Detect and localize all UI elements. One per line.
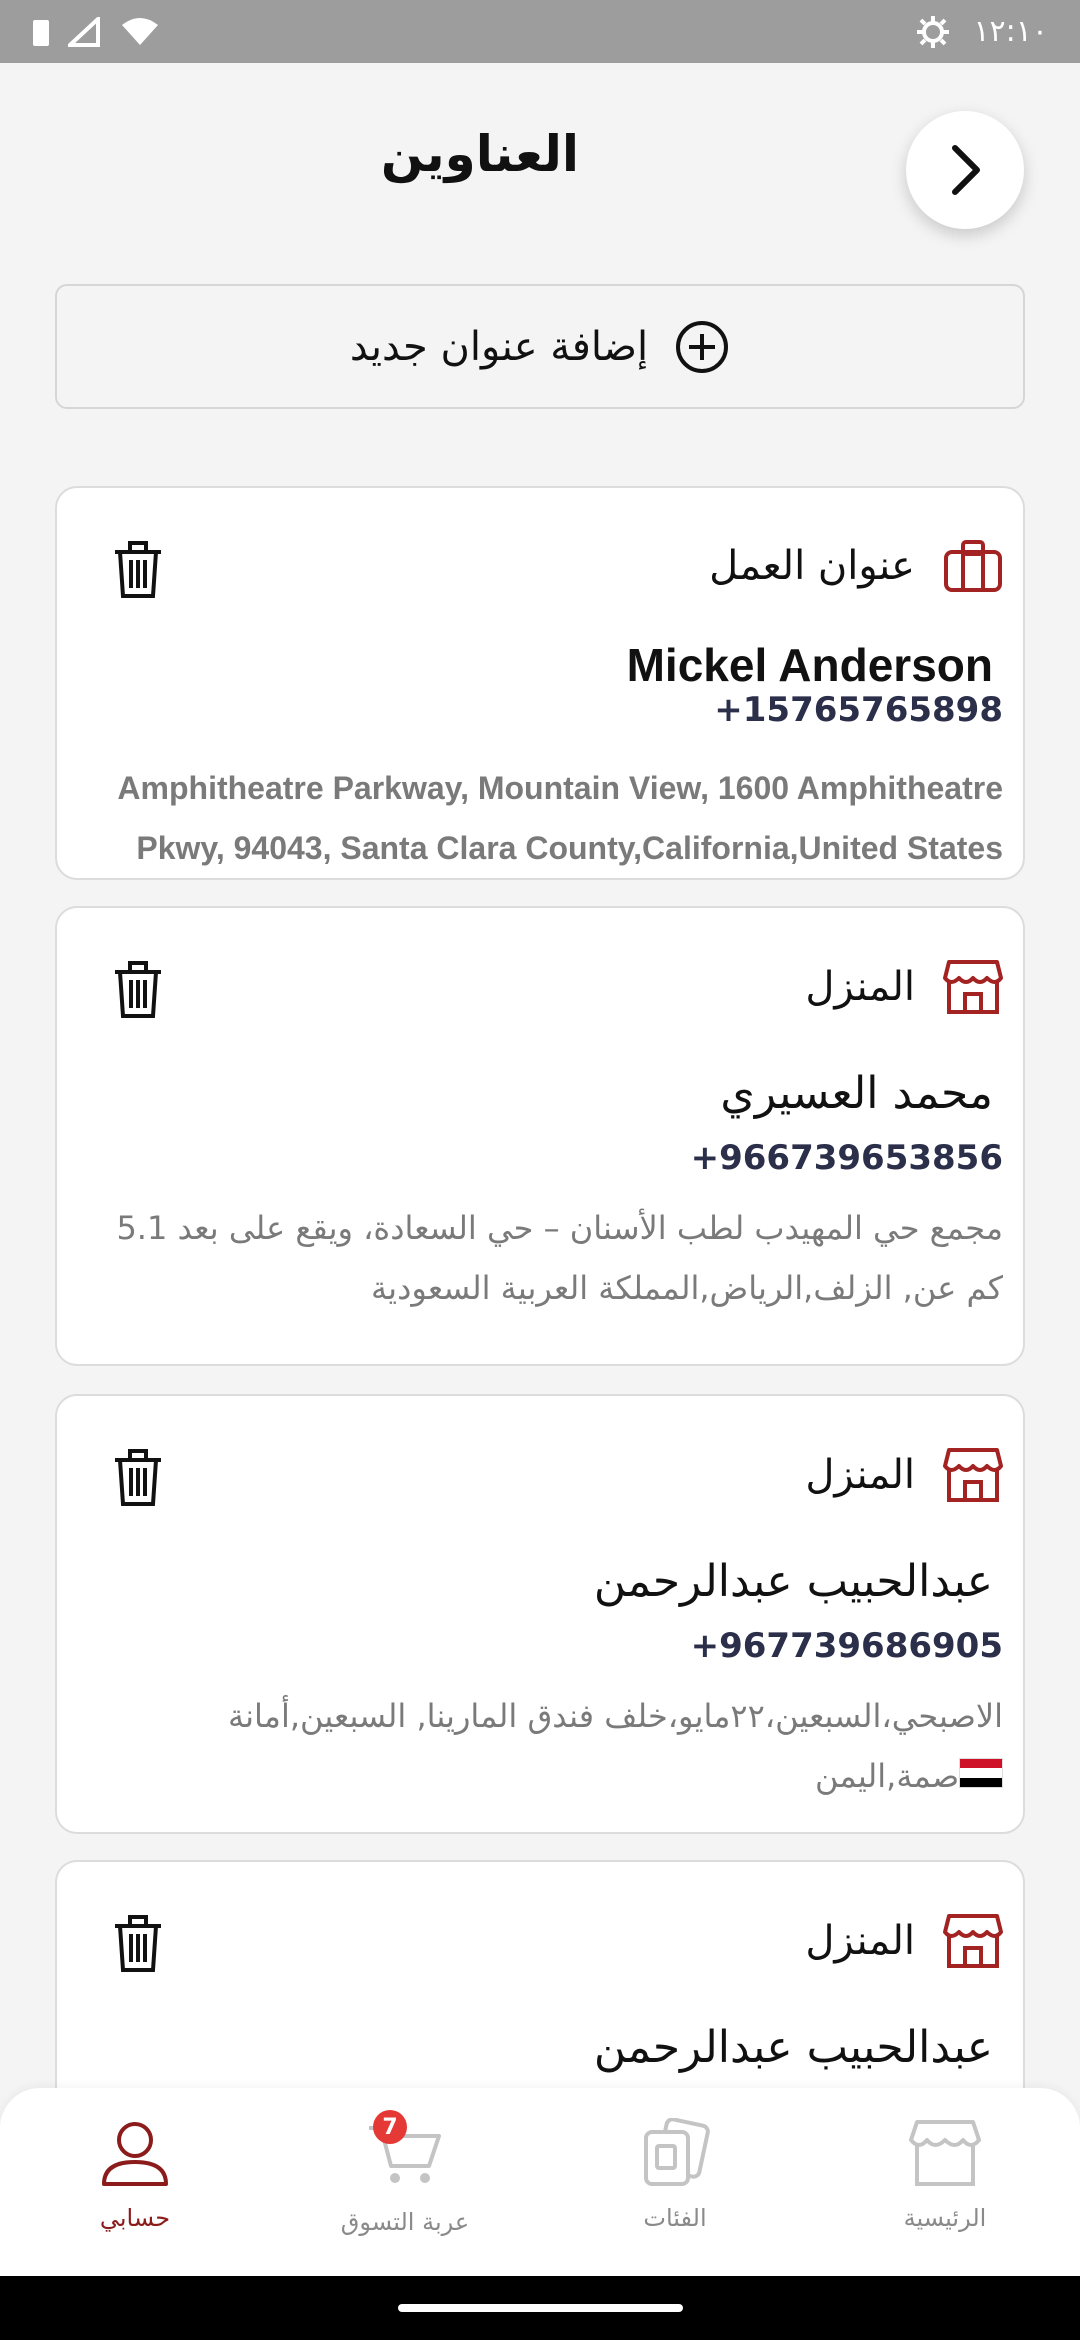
- address-card-home[interactable]: المنزل عبدالحبيب عبدالرحمن +967739686905…: [55, 1394, 1025, 1834]
- status-time: ١٢:١٠: [973, 14, 1048, 49]
- bottom-navigation: حسابي 7 عربة التسوق الفئات الرئيسية: [0, 2088, 1080, 2276]
- cart-badge: 7: [373, 2110, 407, 2144]
- address-type-label: المنزل: [805, 964, 915, 1010]
- status-bar: ١٢:١٠: [0, 0, 1080, 63]
- nav-label-account: حسابي: [99, 2204, 171, 2232]
- nav-item-cart[interactable]: 7 عربة التسوق: [270, 2088, 540, 2276]
- home-store-icon: [909, 2120, 981, 2186]
- wifi-icon: [122, 17, 158, 45]
- trash-icon[interactable]: [112, 1448, 164, 1508]
- yemen-flag-icon: [959, 1758, 1003, 1788]
- nav-label-cart: عربة التسوق: [340, 2208, 470, 2236]
- trash-icon[interactable]: [112, 960, 164, 1020]
- address-text: مجمع حي المهيدب لطب الأسنان – حي السعادة…: [116, 1209, 1003, 1307]
- nav-item-account[interactable]: حسابي: [0, 2088, 270, 2276]
- back-button[interactable]: [906, 111, 1024, 229]
- system-navigation-bar: [0, 2276, 1080, 2340]
- address-card-work[interactable]: عنوان العمل Mickel Anderson +15765765898…: [55, 486, 1025, 880]
- header: العناوين: [0, 63, 1080, 263]
- nav-item-categories[interactable]: الفئات: [540, 2088, 810, 2276]
- address-name: عبدالحبيب عبدالرحمن: [593, 2022, 993, 2073]
- add-address-label: إضافة عنوان جديد: [349, 323, 649, 370]
- store-icon: [943, 1914, 1003, 1968]
- sim-icon: [33, 19, 49, 46]
- store-icon: [943, 960, 1003, 1014]
- add-address-button[interactable]: إضافة عنوان جديد: [55, 284, 1025, 409]
- address-text: Amphitheatre Parkway, Mountain View, 160…: [117, 770, 1003, 866]
- address-card-home[interactable]: المنزل محمد العسيري +966739653856 مجمع ح…: [55, 906, 1025, 1366]
- briefcase-icon: [944, 540, 1002, 592]
- store-icon: [943, 1448, 1003, 1502]
- settings-gear-icon: [917, 15, 950, 48]
- address-text: الاصبحي،السبعين،٢٢مايو،خلف فندق المارينا…: [227, 1697, 1003, 1795]
- trash-icon[interactable]: [112, 540, 164, 600]
- address-type-label: عنوان العمل: [709, 543, 915, 589]
- address-name: محمد العسيري: [720, 1068, 993, 1119]
- address-type-label: المنزل: [805, 1918, 915, 1964]
- nav-label-home: الرئيسية: [903, 2204, 987, 2232]
- nav-item-home[interactable]: الرئيسية: [810, 2088, 1080, 2276]
- plus-circle-icon: [676, 320, 729, 373]
- home-gesture-bar[interactable]: [397, 2304, 683, 2312]
- trash-icon[interactable]: [112, 1914, 164, 1974]
- address-name: عبدالحبيب عبدالرحمن: [593, 1556, 993, 1607]
- address-phone: +15765765898: [714, 690, 1003, 730]
- nav-label-categories: الفئات: [643, 2204, 707, 2232]
- user-icon: [102, 2122, 168, 2186]
- address-name: Mickel Anderson: [626, 639, 993, 691]
- chevron-right-icon: [952, 145, 980, 195]
- signal-icon: [68, 16, 100, 47]
- address-type-label: المنزل: [805, 1452, 915, 1498]
- address-phone: +966739653856: [690, 1138, 1003, 1178]
- address-phone: +967739686905: [690, 1626, 1003, 1666]
- categories-icon: [644, 2118, 710, 2186]
- page-title: العناوين: [380, 125, 580, 183]
